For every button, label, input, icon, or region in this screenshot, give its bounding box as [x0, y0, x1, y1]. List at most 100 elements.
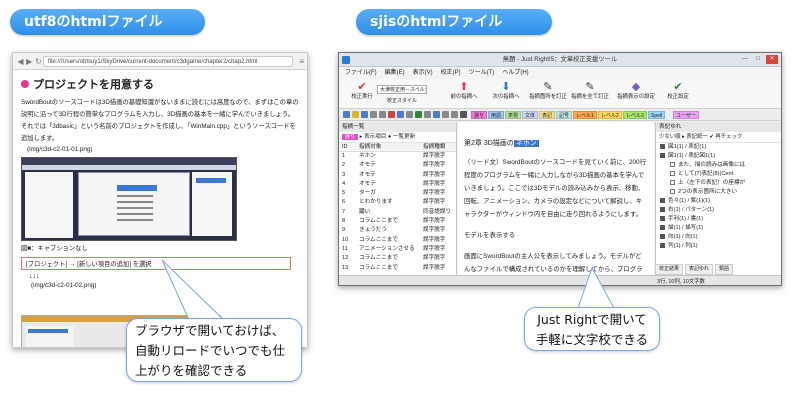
- issue-row[interactable]: 7 踊い 同音語誤り: [339, 208, 456, 217]
- bottom-tab[interactable]: 類語: [715, 264, 734, 275]
- expand-icon[interactable]: [660, 207, 665, 213]
- toolbar-icon[interactable]: [451, 111, 458, 118]
- maximize-icon[interactable]: □: [752, 55, 764, 64]
- issue-row[interactable]: 6 とわかります 誤字脱字: [339, 198, 456, 207]
- toolbar-icon[interactable]: [460, 111, 467, 118]
- expand-icon[interactable]: [660, 225, 665, 231]
- variant-row[interactable]: 2つの表示箇所に大きい: [656, 188, 781, 197]
- forward-icon[interactable]: ▶: [26, 57, 32, 66]
- expand-icon[interactable]: [660, 144, 665, 150]
- issue-row[interactable]: 12 コラムここまで 誤字脱字: [339, 254, 456, 263]
- issue-cell: 誤字脱字: [423, 236, 446, 243]
- toolbar-icon[interactable]: [424, 111, 431, 118]
- checkbox-icon[interactable]: [670, 180, 675, 186]
- back-icon[interactable]: ◀: [17, 57, 23, 66]
- tag-toggle[interactable]: Spell: [648, 111, 666, 119]
- variant-row[interactable]: また、描の読みは画像には: [656, 161, 781, 170]
- ribbon-button[interactable]: ✎ 指摘を全て訂正: [569, 81, 611, 101]
- tag-toggle[interactable]: レベル1: [573, 111, 597, 119]
- refresh-list-button[interactable]: ● 一覧更新: [388, 134, 415, 140]
- browser-nav-buttons[interactable]: ◀ ▶ ↻: [13, 57, 43, 66]
- issue-row[interactable]: 5 ターガ 誤字脱字: [339, 189, 456, 198]
- toolbar-icon[interactable]: [406, 111, 413, 118]
- checkbox-icon[interactable]: [670, 171, 675, 177]
- tag-toggle[interactable]: 記号: [556, 111, 573, 119]
- ribbon-button[interactable]: ✔ 校正設定: [657, 81, 699, 101]
- ribbon-button[interactable]: ⬇ 次の指摘へ: [485, 81, 527, 101]
- checkbox-icon[interactable]: [670, 162, 675, 168]
- variant-row[interactable]: 図1(1) / 表記図1(1): [656, 152, 781, 161]
- bottom-tab[interactable]: 表記ゆれ: [685, 264, 714, 275]
- display-items-button[interactable]: ▸ 表示項目: [360, 134, 387, 140]
- issue-row[interactable]: 9 きょうだう 誤字脱字: [339, 226, 456, 235]
- toolbar-icon[interactable]: [361, 111, 368, 118]
- toolbar-icon[interactable]: [433, 111, 440, 118]
- style-select[interactable]: 大津校正用－スペルチェック: [377, 85, 427, 94]
- toolbar-icon[interactable]: [397, 111, 404, 118]
- menu-item[interactable]: ファイル(F): [345, 67, 377, 79]
- toolbar-icon[interactable]: [343, 111, 350, 118]
- mode-dropdown[interactable]: 誤り: [342, 134, 359, 140]
- expand-icon[interactable]: [660, 243, 665, 249]
- variant-toolbar[interactable]: 少ない順 ▸ 表記統一 ✔ 再チェック: [656, 132, 781, 143]
- tag-toggle[interactable]: 表記: [539, 111, 556, 119]
- tag-toggle[interactable]: 表現: [505, 111, 522, 119]
- variant-row[interactable]: 向(1) / 向(1): [656, 233, 781, 242]
- tag-toggle[interactable]: 誤り: [471, 111, 488, 119]
- highlighted-error[interactable]: ネホン: [513, 140, 539, 147]
- toolbar-icon[interactable]: [388, 111, 395, 118]
- url-field[interactable]: file:///Users/ohtsuy1/SkyDrive/current-d…: [43, 55, 293, 67]
- tag-toggle[interactable]: レベル2: [598, 111, 622, 119]
- ribbon-button[interactable]: ◆ 指摘表示の設定: [615, 81, 657, 101]
- menu-icon[interactable]: ≡: [299, 57, 304, 66]
- ribbon-button[interactable]: ⬆ 前の指摘へ: [443, 81, 485, 101]
- toolbar-icon[interactable]: [379, 111, 386, 118]
- issue-row[interactable]: 3 オモテ 誤字脱字: [339, 171, 456, 180]
- tag-toggle[interactable]: ユーザー: [673, 111, 699, 119]
- issue-row[interactable]: 10 コラムここまで 誤字脱字: [339, 236, 456, 245]
- expand-icon[interactable]: [660, 234, 665, 240]
- variant-row[interactable]: 列(1) / 列(1): [656, 242, 781, 251]
- bottom-tab[interactable]: 校正結果: [655, 264, 684, 275]
- left-callout-line-2: 自動リロードでいつでも仕: [135, 343, 286, 358]
- variant-row[interactable]: 手利(1) / 書(1): [656, 215, 781, 224]
- issue-row[interactable]: 2 オモテ 誤字脱字: [339, 161, 456, 170]
- ribbon-button[interactable]: ✔ 校正実行: [341, 81, 383, 101]
- close-icon[interactable]: ✕: [766, 55, 778, 64]
- issue-row[interactable]: 4 オモテ 誤字脱字: [339, 180, 456, 189]
- expand-icon[interactable]: [660, 153, 665, 159]
- variant-panel-title: 表記ゆれ: [656, 122, 781, 132]
- menu-item[interactable]: 編集(E): [385, 67, 405, 79]
- checkbox-icon[interactable]: [670, 189, 675, 195]
- editor-pane[interactable]: 第2章 3D描画の ネホン （リード文）SwordBoutのソースコードを見ていく…: [458, 122, 654, 285]
- menu-item[interactable]: 校正(P): [441, 67, 461, 79]
- toolbar-icon[interactable]: [415, 111, 422, 118]
- minimize-icon[interactable]: —: [739, 55, 751, 64]
- issue-row[interactable]: 11 アニメーションさせる 誤字脱字: [339, 245, 456, 254]
- menu-item[interactable]: 表示(V): [413, 67, 433, 79]
- variant-row[interactable]: 色々(1) / 紫(1)(1): [656, 197, 781, 206]
- variant-row[interactable]: 上（左下の表記）の座標が: [656, 179, 781, 188]
- variant-row[interactable]: 図1(1) / 表記(1): [656, 143, 781, 152]
- tag-toggle[interactable]: レベル3: [623, 111, 647, 119]
- expand-icon[interactable]: [660, 216, 665, 222]
- toolbar-icon[interactable]: [442, 111, 449, 118]
- tag-toggle[interactable]: 文体: [522, 111, 539, 119]
- issue-row[interactable]: 1 ネホン 誤字脱字: [339, 152, 456, 161]
- col-id[interactable]: ID: [339, 143, 359, 151]
- variant-row[interactable]: 右(1) / パターン(1): [656, 206, 781, 215]
- reload-icon[interactable]: ↻: [35, 57, 42, 66]
- variant-row[interactable]: として(7)表記(8)(Cent: [656, 170, 781, 179]
- col-type[interactable]: 指摘種類: [423, 143, 456, 151]
- expand-icon[interactable]: [660, 198, 665, 204]
- toolbar-icon[interactable]: [352, 111, 359, 118]
- col-target[interactable]: 指摘対象: [359, 143, 423, 151]
- issue-row[interactable]: 13 コラムここまで 誤字脱字: [339, 264, 456, 273]
- toolbar-icon[interactable]: [370, 111, 377, 118]
- ribbon-button[interactable]: ✎ 指摘箇所を訂正: [527, 81, 569, 101]
- issue-row[interactable]: 8 コラムここまで 誤字脱字: [339, 217, 456, 226]
- menu-item[interactable]: ヘルプ(H): [502, 67, 528, 79]
- variant-row[interactable]: 描(1) / 描写(1): [656, 224, 781, 233]
- tag-toggle[interactable]: 用語: [488, 111, 505, 119]
- menu-item[interactable]: ツール(T): [469, 67, 495, 79]
